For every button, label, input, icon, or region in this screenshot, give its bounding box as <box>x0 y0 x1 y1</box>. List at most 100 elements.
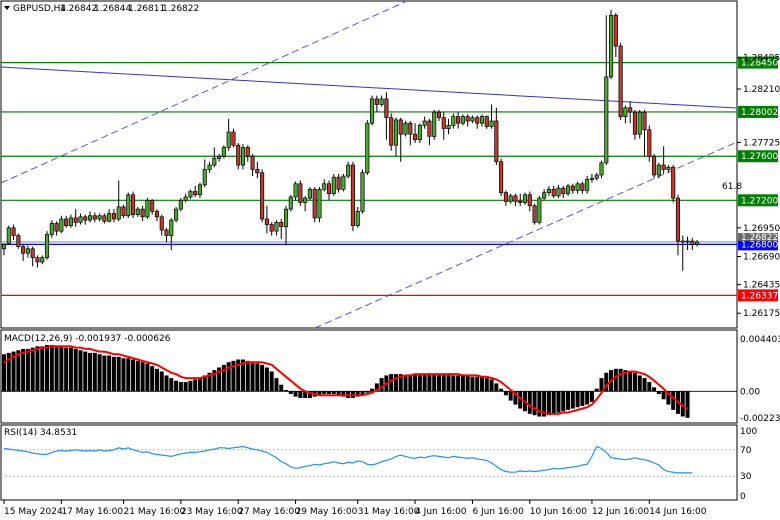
candle-body-110 <box>527 194 532 207</box>
candle-body-86 <box>413 133 418 141</box>
macd-bar-129 <box>618 368 623 392</box>
candle-body-98 <box>470 117 475 122</box>
candle-body-14 <box>68 217 73 226</box>
candle-body-70 <box>336 176 341 190</box>
time-tick-label-9: 10 Jun 16:00 <box>530 507 587 517</box>
macd-bar-23 <box>111 356 116 392</box>
candle-body-145 <box>695 241 700 245</box>
candle-body-139 <box>666 166 671 170</box>
candle-body-117 <box>561 187 566 195</box>
time-tick-label-1: 17 May 16:00 <box>61 507 123 517</box>
candle-body-24 <box>116 206 121 220</box>
macd-bar-131 <box>628 371 633 392</box>
candle-body-88 <box>422 120 427 126</box>
candle-body-83 <box>398 119 403 135</box>
macd-bar-118 <box>566 391 571 410</box>
candle-body-78 <box>374 98 379 105</box>
rsi-panel[interactable] <box>0 424 738 501</box>
candle-body-128 <box>613 14 618 47</box>
candle-body-59 <box>283 208 289 228</box>
macd-bar-117 <box>561 391 566 412</box>
macd-bar-69 <box>331 391 336 394</box>
candle-body-16 <box>78 216 83 223</box>
macd-bar-34 <box>164 375 169 392</box>
candle-body-21 <box>102 215 107 222</box>
macd-bar-5 <box>25 348 30 392</box>
candle-body-53 <box>255 169 260 174</box>
macd-tick-label-2: -0.002239 <box>740 414 780 424</box>
candle-body-125 <box>599 162 604 176</box>
time-tick-label-7: 4 Jun 16:00 <box>415 507 467 517</box>
candle-body-107 <box>513 195 518 202</box>
macd-bar-124 <box>594 388 599 392</box>
candle-body-5 <box>25 248 30 254</box>
macd-bar-6 <box>30 347 35 392</box>
candle-body-138 <box>661 164 666 170</box>
candle-body-116 <box>556 187 561 197</box>
candle-body-113 <box>542 192 547 199</box>
rsi-tick-label-2: 30 <box>740 472 752 482</box>
candle-body-101 <box>484 116 489 127</box>
candle-body-140 <box>671 166 676 199</box>
macd-bar-119 <box>570 391 575 409</box>
candle-body-66 <box>317 188 322 219</box>
candle-body-115 <box>551 188 556 197</box>
candle-body-129 <box>618 45 623 117</box>
candle-body-111 <box>532 205 537 223</box>
macd-bar-11 <box>54 346 59 392</box>
macd-bar-35 <box>169 378 174 392</box>
macd-bar-39 <box>188 380 193 392</box>
macd-bar-22 <box>107 355 112 392</box>
candle-body-132 <box>632 111 638 135</box>
candle-body-63 <box>303 197 308 203</box>
macd-bar-136 <box>652 387 657 392</box>
candle-body-130 <box>623 107 628 117</box>
macd-bar-7 <box>35 346 40 392</box>
rsi-tick-label-3: 0 <box>740 492 746 502</box>
candle-body-28 <box>135 208 140 215</box>
candle-body-50 <box>240 147 246 166</box>
macd-bar-99 <box>475 376 480 392</box>
candle-body-131 <box>628 107 633 113</box>
macd-bar-84 <box>403 375 408 392</box>
macd-bar-28 <box>135 360 140 392</box>
macd-bar-24 <box>116 356 121 392</box>
macd-bar-101 <box>484 378 489 392</box>
price-tick-label-0: 1.28495 <box>743 54 780 64</box>
candle-body-126 <box>604 76 609 164</box>
candle-body-4 <box>21 246 26 254</box>
candle-body-18 <box>87 215 93 221</box>
candle-body-109 <box>522 194 528 203</box>
candle-body-43 <box>207 164 212 170</box>
macd-bar-33 <box>159 371 164 392</box>
candle-body-105 <box>503 192 508 202</box>
candle-body-55 <box>264 218 269 225</box>
macd-bar-3 <box>16 350 21 392</box>
macd-bar-81 <box>389 374 394 392</box>
macd-bar-140 <box>671 391 676 410</box>
header-symbol: GBPUSD,H4 <box>13 4 66 14</box>
time-tick-label-2: 21 May 16:00 <box>124 507 186 517</box>
candle-body-2 <box>11 227 16 236</box>
macd-bar-90 <box>432 374 437 392</box>
macd-bar-67 <box>322 391 327 394</box>
macd-bar-95 <box>456 375 461 392</box>
macd-bar-59 <box>284 390 289 392</box>
trading-chart[interactable]: 1.284501.280021.276001.272001.268001.263… <box>0 0 780 520</box>
candle-body-46 <box>221 147 226 157</box>
macd-bar-100 <box>480 376 484 392</box>
macd-bar-27 <box>131 359 136 392</box>
candle-body-6 <box>30 248 35 258</box>
candle-body-58 <box>279 221 284 228</box>
candle-body-64 <box>307 188 312 199</box>
candle-body-45 <box>217 155 222 159</box>
candle-body-32 <box>154 210 160 218</box>
candle-body-119 <box>570 185 575 191</box>
candle-body-108 <box>518 201 523 203</box>
candle-body-69 <box>331 176 336 195</box>
macd-bar-128 <box>613 368 618 392</box>
candle-body-36 <box>174 208 179 221</box>
macd-bar-41 <box>197 378 202 392</box>
macd-bar-87 <box>417 374 422 392</box>
candle-body-11 <box>54 223 59 232</box>
